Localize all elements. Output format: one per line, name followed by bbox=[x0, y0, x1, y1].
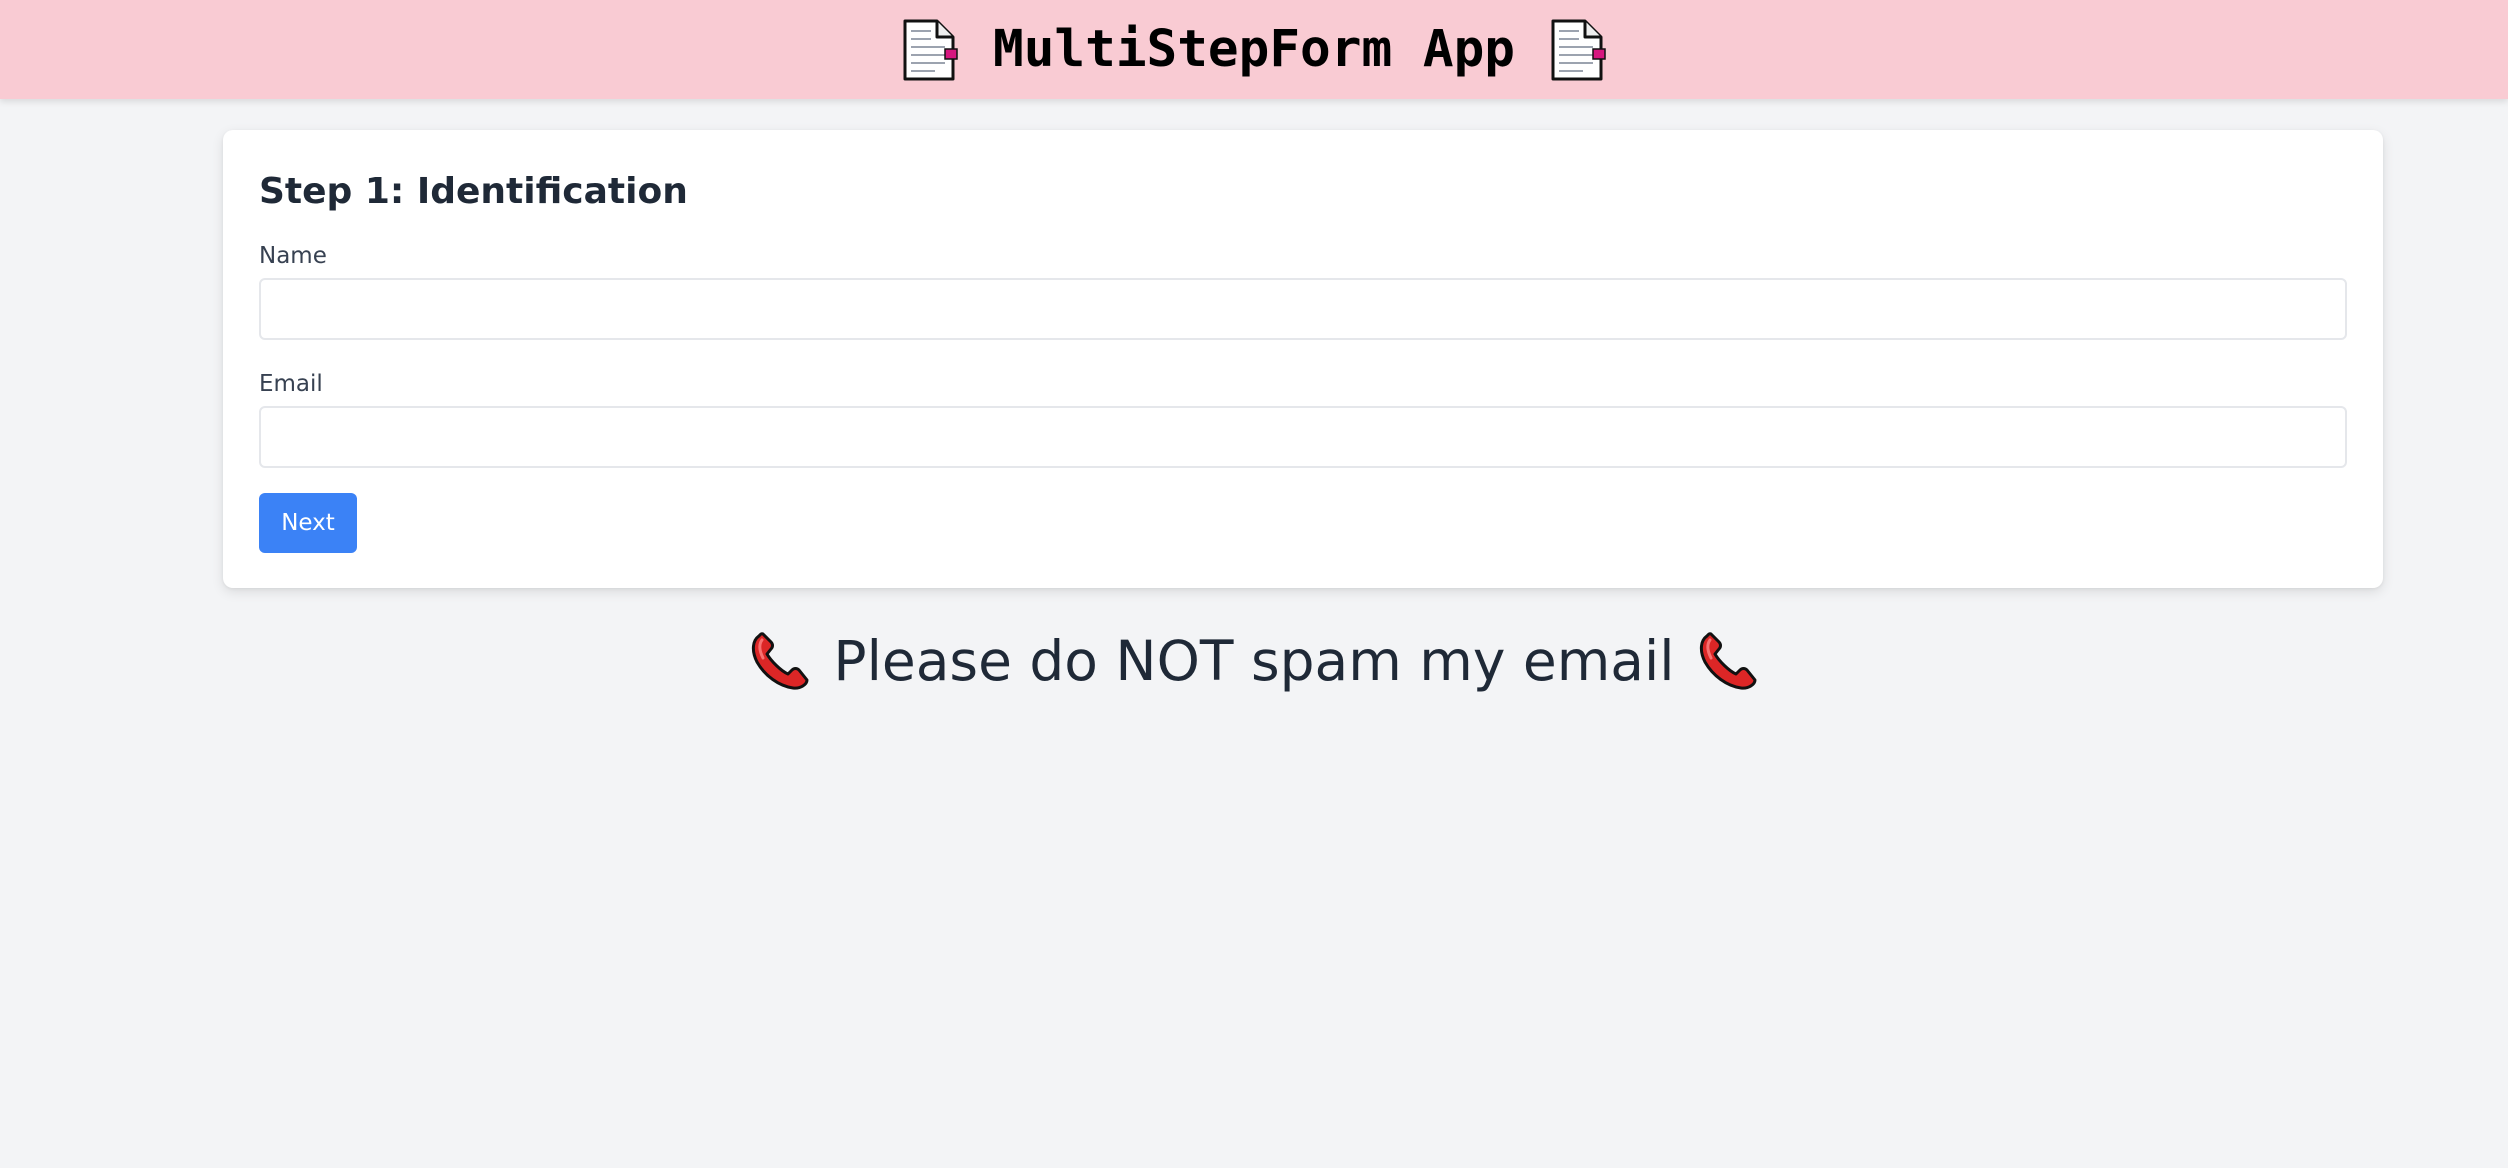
step-title: Step 1: Identification bbox=[259, 171, 688, 212]
app-header: MultiStepForm App bbox=[0, 0, 2508, 99]
document-icon bbox=[1551, 19, 1606, 80]
app-title: MultiStepForm App bbox=[993, 20, 1515, 79]
name-input[interactable] bbox=[259, 278, 2347, 340]
telephone-receiver-icon bbox=[752, 632, 809, 690]
email-label: Email bbox=[259, 371, 323, 397]
email-input[interactable] bbox=[259, 406, 2347, 468]
next-button[interactable]: Next bbox=[259, 493, 357, 553]
telephone-receiver-icon bbox=[1699, 632, 1757, 690]
spam-notice: Please do NOT spam my email bbox=[0, 630, 2508, 692]
name-label: Name bbox=[259, 243, 327, 269]
form-card: Step 1: Identification Name Email Next bbox=[223, 130, 2383, 588]
document-icon bbox=[903, 19, 958, 80]
notice-text: Please do NOT spam my email bbox=[833, 628, 1675, 693]
